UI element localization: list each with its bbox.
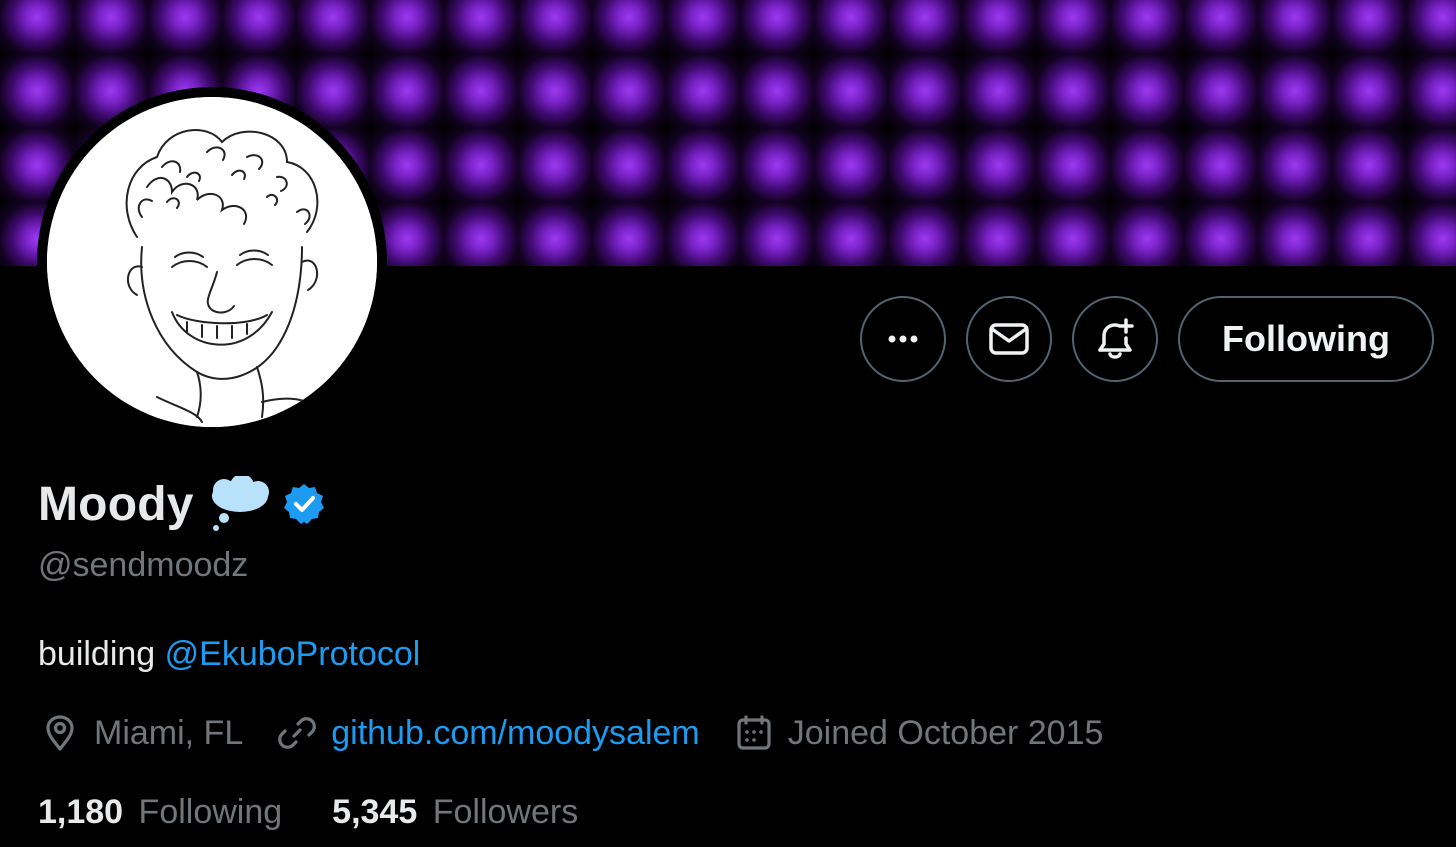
- link-icon: [278, 717, 317, 749]
- bio-mention-link[interactable]: @EkuboProtocol: [165, 635, 421, 673]
- followers-stat[interactable]: 5,345 Followers: [332, 793, 578, 832]
- profile-actions: Following: [860, 296, 1434, 382]
- avatar[interactable]: [37, 87, 387, 437]
- following-stat[interactable]: 1,180 Following: [38, 793, 282, 832]
- display-name: Moody: [38, 477, 194, 531]
- website-item: github.com/moodysalem: [277, 713, 700, 753]
- following-label: Following: [138, 793, 283, 831]
- bio: building @EkuboProtocol: [38, 635, 420, 674]
- more-icon: [888, 335, 918, 343]
- followers-count: 5,345: [332, 793, 418, 831]
- more-button[interactable]: [860, 296, 947, 382]
- calendar-icon: [737, 715, 771, 750]
- joined-text: Joined October 2015: [787, 713, 1104, 752]
- follow-stats: 1,180 Following 5,345 Followers: [38, 793, 628, 832]
- message-button[interactable]: [966, 296, 1053, 382]
- verified-badge-icon[interactable]: [282, 482, 326, 526]
- following-count: 1,180: [38, 793, 124, 831]
- location-text: Miami, FL: [94, 713, 244, 752]
- avatar-image: [47, 97, 377, 427]
- envelope-icon: [989, 323, 1029, 355]
- notifications-button[interactable]: [1072, 296, 1159, 382]
- username-handle: @sendmoodz: [38, 546, 249, 584]
- thought-balloon-icon: [211, 476, 269, 531]
- bell-plus-icon: [1098, 318, 1134, 359]
- website-link[interactable]: github.com/moodysalem: [331, 714, 700, 753]
- joined-item: Joined October 2015: [734, 713, 1104, 753]
- name-row: Moody: [38, 476, 326, 532]
- avatar-caricature: [47, 97, 377, 427]
- location-item: Miami, FL: [40, 713, 243, 753]
- location-pin-icon: [46, 715, 74, 751]
- following-button[interactable]: Following: [1178, 296, 1434, 382]
- bio-text: building: [38, 635, 165, 673]
- profile-meta: Miami, FL github.com/moodysalem Joined O…: [40, 713, 1137, 753]
- followers-label: Followers: [432, 793, 579, 831]
